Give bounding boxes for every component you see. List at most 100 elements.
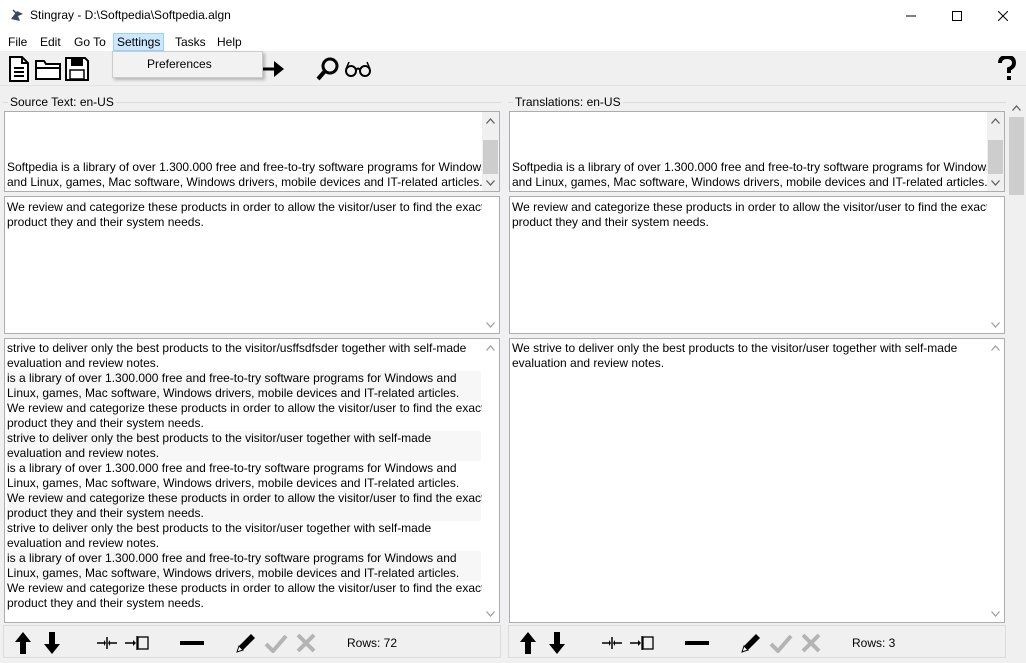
source-list[interactable]: strive to deliver only the best products… — [4, 338, 500, 623]
scroll-thumb[interactable] — [483, 140, 498, 174]
menu-help[interactable]: Help — [214, 33, 245, 51]
split-icon[interactable] — [599, 630, 625, 656]
translation-list[interactable]: We strive to deliver only the best produ… — [509, 338, 1005, 623]
move-up-icon[interactable] — [10, 630, 36, 656]
main-scroll-thumb[interactable] — [1009, 117, 1024, 195]
text-line: Softpedia is a library of over 1.300.000… — [7, 160, 488, 174]
menu-goto[interactable]: Go To — [71, 33, 109, 51]
menu-item-preferences[interactable]: Preferences — [147, 57, 212, 71]
text-line: product they and their system needs. — [512, 215, 709, 229]
app-icon — [9, 7, 25, 23]
confirm-check-icon[interactable] — [768, 630, 794, 656]
scroll-down-icon[interactable] — [987, 605, 1004, 622]
title-bar: Stingray - D:\Softpedia\Softpedia.algn — [0, 0, 1026, 31]
source-list-scrollbar[interactable] — [482, 339, 499, 622]
remove-icon[interactable] — [684, 630, 710, 656]
translation-action-bar: Rows: 3 — [508, 625, 1006, 658]
text-line: product they and their system needs. — [7, 596, 204, 610]
merge-icon[interactable] — [124, 630, 150, 656]
split-icon[interactable] — [94, 630, 120, 656]
minimize-button[interactable] — [888, 0, 934, 31]
text-line: product they and their system needs. — [7, 416, 204, 430]
menu-bar: File Edit Go To Settings Tasks Help — [0, 31, 1026, 51]
source-label: Source Text: en-US — [8, 95, 116, 109]
text-line: We strive to deliver only the best produ… — [512, 341, 958, 355]
scroll-down-icon[interactable] — [482, 174, 499, 191]
maximize-button[interactable] — [934, 0, 980, 31]
scroll-down-icon[interactable] — [482, 316, 499, 333]
text-line — [512, 145, 986, 160]
source-rows-count: Rows: 72 — [347, 636, 398, 650]
source-preview[interactable]: Softpedia is a library of over 1.300.000… — [4, 111, 500, 192]
scroll-down-icon[interactable] — [987, 316, 1004, 333]
text-line — [512, 115, 986, 130]
cancel-x-icon[interactable] — [293, 630, 319, 656]
translation-preview[interactable]: Softpedia is a library of over 1.300.000… — [509, 111, 1005, 192]
text-line — [7, 145, 481, 160]
text-line: Linux, games, Mac software, Windows driv… — [7, 476, 460, 490]
translation-label: Translations: en-US — [513, 95, 623, 109]
scroll-up-icon[interactable] — [987, 112, 1004, 129]
new-document-icon[interactable] — [5, 55, 33, 83]
edit-pencil-icon[interactable] — [233, 630, 259, 656]
scroll-thumb[interactable] — [988, 140, 1003, 174]
text-line: Softpedia is a library of over 1.300.000… — [512, 160, 993, 174]
text-line: evaluation and review notes. — [7, 536, 160, 550]
text-line: We review and categorize these products … — [512, 200, 990, 214]
menu-edit[interactable]: Edit — [37, 33, 64, 51]
translation-rows-count: Rows: 3 — [852, 636, 896, 650]
text-line — [7, 130, 481, 145]
edit-pencil-icon[interactable] — [738, 630, 764, 656]
move-down-icon[interactable] — [544, 630, 570, 656]
scroll-up-icon[interactable] — [987, 339, 1004, 356]
text-line: We review and categorize these products … — [7, 491, 485, 506]
scroll-down-icon[interactable] — [987, 174, 1004, 191]
scroll-up-icon[interactable] — [1012, 100, 1021, 114]
text-line: and Linux, games, Mac software, Windows … — [7, 175, 483, 189]
move-up-icon[interactable] — [515, 630, 541, 656]
text-line: evaluation and review notes. — [7, 446, 481, 461]
translation-editor[interactable]: We review and categorize these products … — [509, 196, 1005, 334]
save-icon[interactable] — [63, 55, 91, 83]
scroll-up-icon[interactable] — [482, 339, 499, 356]
remove-icon[interactable] — [179, 630, 205, 656]
menu-tasks[interactable]: Tasks — [172, 33, 209, 51]
text-line — [512, 130, 986, 145]
source-editor[interactable]: We review and categorize these products … — [4, 196, 500, 334]
text-line: Linux, games, Mac software, Windows driv… — [7, 386, 481, 401]
translation-preview-scrollbar[interactable] — [987, 112, 1004, 191]
text-line: strive to deliver only the best products… — [7, 521, 432, 535]
text-line: evaluation and review notes. — [512, 356, 665, 370]
text-line — [7, 115, 481, 130]
text-line: strive to deliver only the best products… — [7, 341, 467, 355]
window-title: Stingray - D:\Softpedia\Softpedia.algn — [30, 8, 231, 22]
move-down-icon[interactable] — [39, 630, 65, 656]
scroll-down-icon[interactable] — [482, 605, 499, 622]
text-line: is a library of over 1.300.000 free and … — [7, 371, 481, 386]
source-preview-scrollbar[interactable] — [482, 112, 499, 191]
merge-icon[interactable] — [629, 630, 655, 656]
text-line: strive to deliver only the best products… — [7, 431, 481, 446]
translation-editor-scrollbar[interactable] — [987, 197, 1004, 333]
close-button[interactable] — [980, 0, 1026, 31]
settings-dropdown: Preferences — [112, 51, 263, 78]
text-line: and Linux, games, Mac software, Windows … — [512, 175, 988, 189]
text-line: evaluation and review notes. — [7, 356, 160, 370]
text-line: product they and their system needs. — [7, 506, 481, 521]
cancel-x-icon[interactable] — [798, 630, 824, 656]
source-editor-scrollbar[interactable] — [482, 197, 499, 333]
text-line: is a library of over 1.300.000 free and … — [7, 551, 481, 566]
search-icon[interactable] — [314, 55, 342, 83]
menu-settings[interactable]: Settings — [113, 33, 165, 51]
main-scrollbar[interactable] — [1008, 95, 1025, 658]
confirm-check-icon[interactable] — [263, 630, 289, 656]
menu-file[interactable]: File — [5, 33, 30, 51]
help-icon[interactable] — [993, 55, 1021, 83]
open-folder-icon[interactable] — [34, 55, 62, 83]
text-line: We review and categorize these products … — [7, 581, 485, 595]
text-line: Linux, games, Mac software, Windows driv… — [7, 566, 481, 581]
translation-list-scrollbar[interactable] — [987, 339, 1004, 622]
text-line: We review and categorize these products … — [7, 200, 485, 214]
scroll-up-icon[interactable] — [482, 112, 499, 129]
glasses-icon[interactable] — [344, 55, 372, 83]
